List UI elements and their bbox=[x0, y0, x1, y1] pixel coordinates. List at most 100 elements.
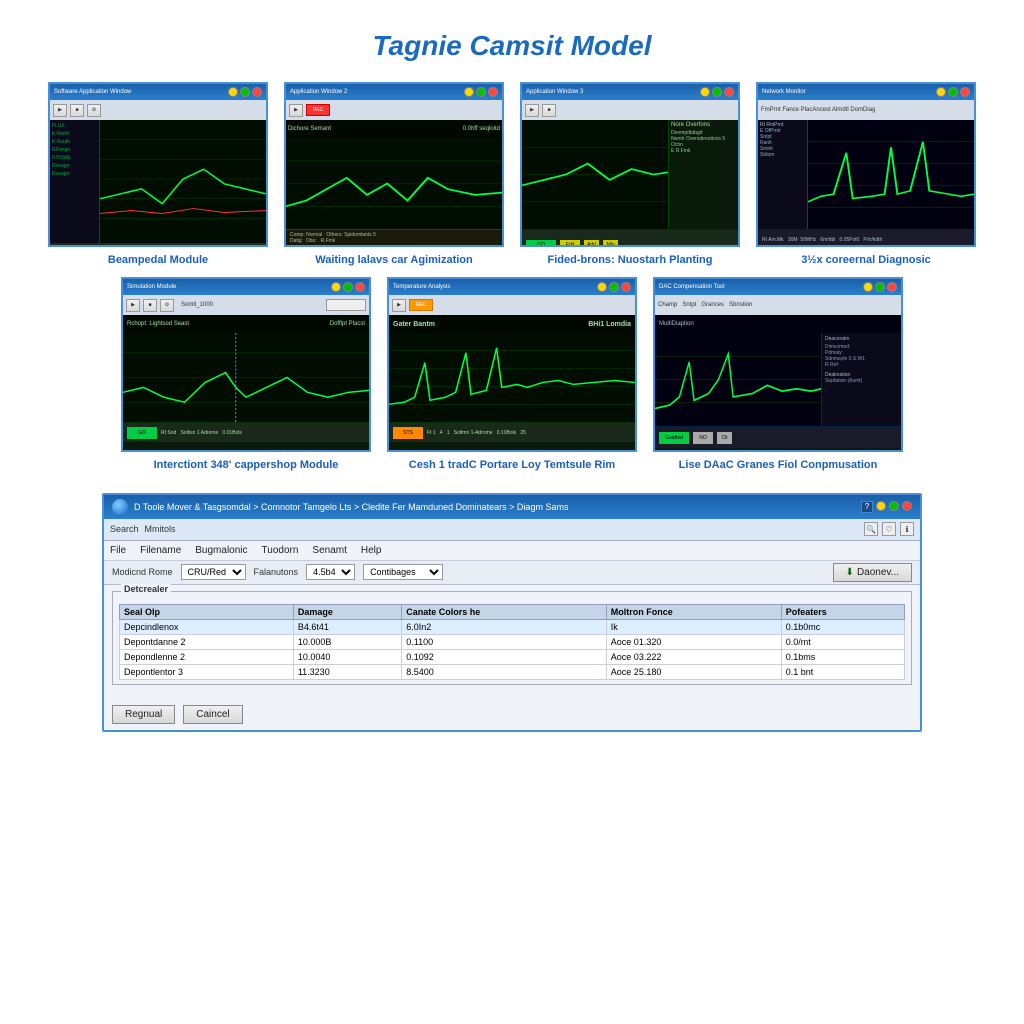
win-close-6[interactable] bbox=[621, 282, 631, 292]
chart-6 bbox=[389, 333, 635, 422]
dialog-max-btn[interactable] bbox=[889, 501, 899, 511]
win-title-2: Application Window 2 bbox=[286, 84, 502, 100]
win-min-2[interactable] bbox=[464, 87, 474, 97]
rec-btn-2[interactable]: REC bbox=[306, 104, 330, 116]
status-btn-6[interactable]: STS bbox=[393, 427, 423, 439]
tb-btn-5b[interactable]: ■ bbox=[143, 299, 157, 312]
del-btn-3[interactable]: Mlo bbox=[603, 240, 618, 248]
status-btn-3[interactable]: GO bbox=[526, 240, 556, 248]
table-row-1[interactable]: Depontdanne 210.000B0.1100Aoce 01.3200.0… bbox=[120, 634, 905, 649]
win-max-7[interactable] bbox=[875, 282, 885, 292]
tb-btn-3a[interactable]: ▶ bbox=[525, 104, 539, 117]
screenshot-item-2: Application Window 2 ▶ REC Dichore Seman… bbox=[284, 82, 504, 267]
no-btn-7[interactable]: NO bbox=[693, 432, 713, 444]
win-min-5[interactable] bbox=[331, 282, 341, 292]
config-select[interactable]: Contibages bbox=[363, 564, 443, 580]
win-max-2[interactable] bbox=[476, 87, 486, 97]
col-header-1: Damage bbox=[293, 604, 401, 619]
download-btn[interactable]: ⬇ Daonev... bbox=[833, 563, 912, 582]
label-5: Interctiont 348' cappershop Module bbox=[154, 458, 339, 472]
win-min-7[interactable] bbox=[863, 282, 873, 292]
param-input-5[interactable] bbox=[326, 299, 366, 311]
add-btn-3[interactable]: Add bbox=[584, 240, 599, 248]
win-close-5[interactable] bbox=[355, 282, 365, 292]
win-title-7: DAC Compensation Tool bbox=[655, 279, 901, 295]
tb-btn-1b[interactable]: ■ bbox=[70, 104, 84, 117]
win-close-7[interactable] bbox=[887, 282, 897, 292]
tb-btn-1c[interactable]: ⚙ bbox=[87, 104, 101, 117]
dialog-help-btn[interactable]: ? bbox=[861, 501, 873, 513]
tb-btn-5c[interactable]: ⚙ bbox=[160, 299, 174, 312]
status-btn-5[interactable]: GO bbox=[127, 427, 157, 439]
menu-help[interactable]: Help bbox=[361, 545, 382, 556]
chart-title-5b: Dofflpt Placst bbox=[330, 321, 365, 327]
win-close-3[interactable] bbox=[724, 87, 734, 97]
dialog-win-buttons: ? bbox=[861, 501, 912, 513]
edit-btn-3[interactable]: Edit bbox=[560, 240, 580, 248]
dialog-menu-bar: File Filename Bugmalonic Tuodorn Senamt … bbox=[104, 541, 920, 561]
screenshot-item-4: Network Monitor FmPrnt Fance PlacAncest … bbox=[756, 82, 976, 267]
toolbar-label-4: FmPrnt Fance PlacAncest Almdtl DomDiag bbox=[761, 107, 875, 113]
col-header-0: Seal Olp bbox=[120, 604, 294, 619]
win-close-4[interactable] bbox=[960, 87, 970, 97]
win-close-2[interactable] bbox=[488, 87, 498, 97]
win-min-6[interactable] bbox=[597, 282, 607, 292]
label-4: 3½x coreernal Diagnosic bbox=[801, 253, 931, 267]
params-select[interactable]: 4.5b4 bbox=[306, 564, 355, 580]
dialog-breadcrumb: D Toole Mover & Tasgsomdal > Comnotor Ta… bbox=[134, 502, 568, 512]
dialog-close-btn[interactable] bbox=[902, 501, 912, 511]
win-title-4: Network Monitor bbox=[758, 84, 974, 100]
win-max-4[interactable] bbox=[948, 87, 958, 97]
info-btn[interactable]: ℹ bbox=[900, 522, 914, 536]
search-label: Search bbox=[110, 524, 139, 534]
menu-file[interactable]: File bbox=[110, 545, 126, 556]
table-row-2[interactable]: Depondlenne 210.00400.1092Aoce 03.2220.1… bbox=[120, 649, 905, 664]
status-btn-1[interactable]: STATUS bbox=[54, 246, 89, 248]
dialog-min-btn[interactable] bbox=[876, 501, 886, 511]
screenshot-box-3: Application Window 3 ▶ ■ bbox=[520, 82, 740, 247]
model-select[interactable]: CRU/Red bbox=[181, 564, 246, 580]
table-cell-1-4: 0.0/mt bbox=[781, 634, 904, 649]
cancel-btn-7[interactable]: Clt bbox=[717, 432, 732, 444]
tb-btn-6a[interactable]: ▶ bbox=[392, 299, 406, 312]
group-box: Detcrealer Seal Olp Damage Canate Colors… bbox=[112, 591, 912, 685]
toolbar-text-5: Somlt_1000 bbox=[181, 302, 213, 308]
win-min-1[interactable] bbox=[228, 87, 238, 97]
menu-filename[interactable]: Filename bbox=[140, 545, 181, 556]
search-btn[interactable]: 🔍 bbox=[864, 522, 878, 536]
row-1: Software Application Window ▶ ■ ⚙ FLUXK-… bbox=[20, 82, 1004, 267]
tb-btn-3b[interactable]: ■ bbox=[542, 104, 556, 117]
table-cell-1-0: Depontdanne 2 bbox=[120, 634, 294, 649]
win-min-3[interactable] bbox=[700, 87, 710, 97]
tb-btn-5a[interactable]: ▶ bbox=[126, 299, 140, 312]
win-min-4[interactable] bbox=[936, 87, 946, 97]
diag-title-7: MultiDiaption bbox=[659, 321, 694, 327]
menu-tuodorn[interactable]: Tuodorn bbox=[262, 545, 299, 556]
win-title-1: Software Application Window bbox=[50, 84, 266, 100]
screenshot-item-3: Application Window 3 ▶ ■ bbox=[520, 82, 740, 267]
table-cell-3-1: 11.3230 bbox=[293, 664, 401, 679]
mmitols-label: Mmitols bbox=[145, 524, 176, 534]
win-close-1[interactable] bbox=[252, 87, 262, 97]
confirm-btn-7[interactable]: Goafted bbox=[659, 432, 689, 444]
toolbar-3: ▶ ■ bbox=[522, 100, 738, 120]
data-table: Seal Olp Damage Canate Colors he Moltron… bbox=[119, 604, 905, 680]
table-cell-3-0: Depontlentor 3 bbox=[120, 664, 294, 679]
table-row-0[interactable]: DepcindlenoxB4.6t416.0In2Ik0.1b0mc bbox=[120, 619, 905, 634]
regnual-btn[interactable]: Regnual bbox=[112, 705, 175, 724]
tb-btn-1a[interactable]: ▶ bbox=[53, 104, 67, 117]
table-cell-2-0: Depondlenne 2 bbox=[120, 649, 294, 664]
win-max-5[interactable] bbox=[343, 282, 353, 292]
table-row-3[interactable]: Depontlentor 311.32308.5400Aoce 25.1800.… bbox=[120, 664, 905, 679]
table-cell-0-2: 6.0In2 bbox=[402, 619, 607, 634]
win-max-6[interactable] bbox=[609, 282, 619, 292]
screenshot-item-1: Software Application Window ▶ ■ ⚙ FLUXK-… bbox=[48, 82, 268, 267]
fav-btn[interactable]: ♡ bbox=[882, 522, 896, 536]
cancel-btn[interactable]: Caincel bbox=[183, 705, 242, 724]
menu-bugmalonic[interactable]: Bugmalonic bbox=[195, 545, 247, 556]
tb-btn-2a[interactable]: ▶ bbox=[289, 104, 303, 117]
rec-btn-6[interactable]: REC bbox=[409, 299, 433, 311]
menu-senamt[interactable]: Senamt bbox=[312, 545, 346, 556]
win-max-3[interactable] bbox=[712, 87, 722, 97]
win-max-1[interactable] bbox=[240, 87, 250, 97]
